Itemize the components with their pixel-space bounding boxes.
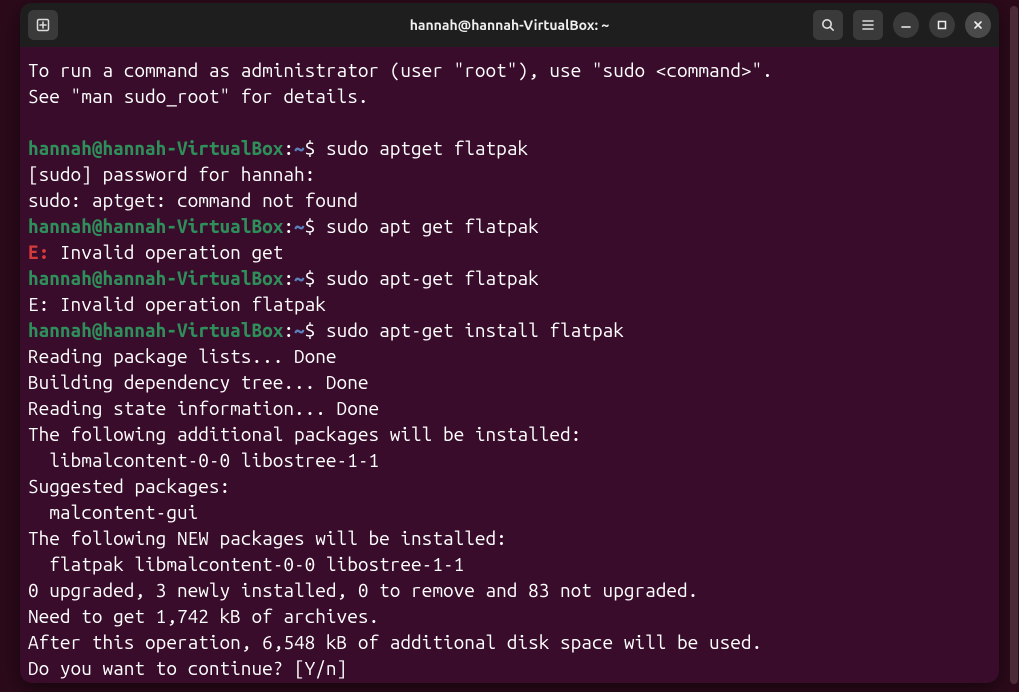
prompt-path: ~	[294, 215, 305, 237]
new-tab-button[interactable]	[28, 10, 58, 40]
prompt-userhost: hannah@hannah-VirtualBox	[28, 215, 283, 237]
terminal-body[interactable]: To run a command as administrator (user …	[20, 47, 999, 683]
output-line: Invalid operation get	[49, 241, 283, 263]
output-line: The following NEW packages will be insta…	[28, 527, 507, 549]
output-line: Need to get 1,742 kB of archives.	[28, 605, 379, 627]
output-line: flatpak libmalcontent-0-0 libostree-1-1	[28, 553, 464, 575]
prompt-userhost: hannah@hannah-VirtualBox	[28, 267, 283, 289]
prompt-userhost: hannah@hannah-VirtualBox	[28, 319, 283, 341]
output-line: After this operation, 6,548 kB of additi…	[28, 631, 762, 653]
terminal-window: hannah@hannah-VirtualBox: ~ To run a com…	[20, 3, 999, 683]
prompt-sym: $	[305, 215, 326, 237]
prompt-sep: :	[283, 267, 294, 289]
intro-line: To run a command as administrator (user …	[28, 59, 773, 81]
output-line: Reading state information... Done	[28, 397, 379, 419]
intro-line: See "man sudo_root" for details.	[28, 85, 368, 107]
prompt-userhost: hannah@hannah-VirtualBox	[28, 137, 283, 159]
output-line: Reading package lists... Done	[28, 345, 337, 367]
command: sudo aptget flatpak	[326, 137, 528, 159]
prompt-sep: :	[283, 215, 294, 237]
command: sudo apt-get flatpak	[326, 267, 539, 289]
output-line: libmalcontent-0-0 libostree-1-1	[28, 449, 379, 471]
page-scrollbar[interactable]	[1010, 6, 1018, 684]
prompt-path: ~	[294, 319, 305, 341]
search-button[interactable]	[813, 10, 843, 40]
error-tag: E:	[28, 241, 49, 263]
titlebar: hannah@hannah-VirtualBox: ~	[20, 3, 999, 47]
output-line: [sudo] password for hannah:	[28, 163, 326, 185]
output-line: malcontent-gui	[28, 501, 198, 523]
prompt-sym: $	[305, 267, 326, 289]
prompt-sep: :	[283, 319, 294, 341]
close-button[interactable]	[965, 12, 991, 38]
output-line: sudo: aptget: command not found	[28, 189, 358, 211]
minimize-button[interactable]	[893, 12, 919, 38]
output-line: Do you want to continue? [Y/n]	[28, 657, 358, 679]
output-line: Building dependency tree... Done	[28, 371, 368, 393]
output-line: Suggested packages:	[28, 475, 230, 497]
prompt-sym: $	[305, 319, 326, 341]
menu-button[interactable]	[853, 10, 883, 40]
maximize-button[interactable]	[929, 12, 955, 38]
output-line: The following additional packages will b…	[28, 423, 581, 445]
output-line: E: Invalid operation flatpak	[28, 293, 326, 315]
output-line: 0 upgraded, 3 newly installed, 0 to remo…	[28, 579, 698, 601]
prompt-sym: $	[305, 137, 326, 159]
command: sudo apt-get install flatpak	[326, 319, 624, 341]
prompt-path: ~	[294, 267, 305, 289]
prompt-path: ~	[294, 137, 305, 159]
command: sudo apt get flatpak	[326, 215, 539, 237]
prompt-sep: :	[283, 137, 294, 159]
